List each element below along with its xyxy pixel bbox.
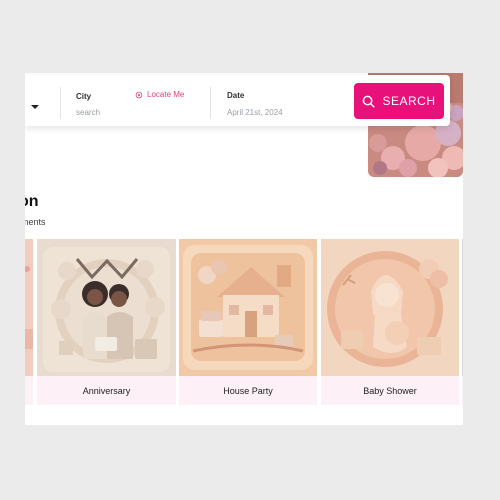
- city-label: City: [76, 92, 92, 101]
- card-label: House Party: [179, 376, 317, 405]
- location-target-icon: [135, 91, 143, 98]
- event-card[interactable]: [462, 239, 463, 405]
- divider: [210, 87, 211, 119]
- city-search-input[interactable]: search: [76, 108, 100, 117]
- date-label: Date: [227, 91, 245, 100]
- page-frame: City search Locate Me Date April 21st, 2…: [25, 73, 463, 425]
- house-party-illustration: [179, 239, 317, 376]
- event-card-carousel: Anniversary House Party Baby Shower: [25, 239, 463, 405]
- locate-me-label: Locate Me: [147, 90, 185, 99]
- anniversary-illustration: [37, 239, 176, 376]
- date-field[interactable]: April 21st, 2024: [227, 108, 283, 117]
- section-subtitle: ments: [25, 217, 46, 227]
- card-label: Baby Shower: [321, 376, 459, 405]
- search-bar: City search Locate Me Date April 21st, 2…: [25, 75, 450, 126]
- search-button[interactable]: SEARCH: [354, 83, 444, 119]
- event-card[interactable]: [25, 239, 33, 405]
- card-label: Anniversary: [37, 376, 176, 405]
- event-card-baby-shower[interactable]: Baby Shower: [321, 239, 459, 405]
- locate-me-button[interactable]: Locate Me: [135, 90, 184, 99]
- card-image: [25, 239, 33, 376]
- search-button-label: SEARCH: [382, 94, 436, 108]
- card-image: [462, 239, 463, 376]
- card-label: [25, 376, 33, 405]
- event-card-house-party[interactable]: House Party: [179, 239, 317, 405]
- card-label: [462, 376, 463, 405]
- baby-shower-illustration: [321, 239, 459, 376]
- chevron-down-icon[interactable]: [31, 105, 39, 109]
- divider: [60, 87, 61, 119]
- search-icon: [363, 95, 376, 108]
- event-card-anniversary[interactable]: Anniversary: [37, 239, 176, 405]
- section-title: on: [25, 193, 39, 210]
